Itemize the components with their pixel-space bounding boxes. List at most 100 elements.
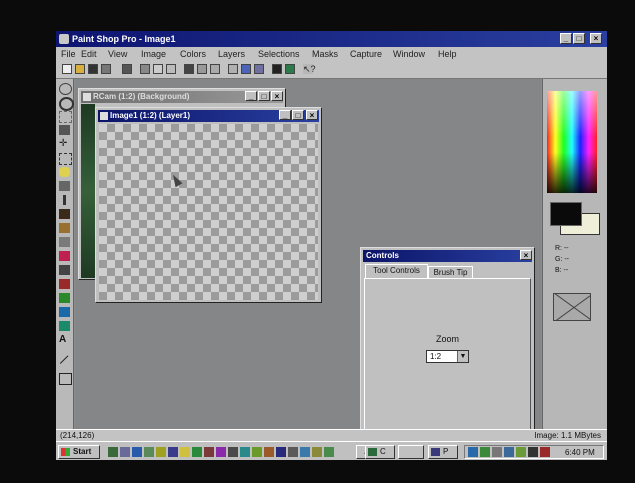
minimize-icon[interactable]: _ (279, 110, 291, 120)
controls-palette[interactable]: Controls × Tool Controls Brush Tip Zoom … (360, 247, 535, 434)
minimize-icon[interactable]: _ (245, 91, 257, 101)
quicklaunch-icon[interactable] (264, 447, 274, 457)
letter-a-icon[interactable]: A (59, 335, 70, 345)
line-tool-icon[interactable] (59, 355, 70, 365)
quicklaunch-icon[interactable] (120, 447, 130, 457)
maximize-icon[interactable]: □ (292, 110, 304, 120)
histogram-icon[interactable] (254, 64, 264, 74)
quicklaunch-icon[interactable] (144, 447, 154, 457)
menu-file[interactable]: File (61, 49, 76, 59)
monitor-icon[interactable] (184, 64, 194, 74)
window-titlebar[interactable]: Image1 (1:2) (Layer1) _ □ × (98, 110, 319, 122)
menu-capture[interactable]: Capture (350, 49, 382, 59)
quicklaunch-icon[interactable] (156, 447, 166, 457)
clone-brush-icon[interactable] (59, 223, 70, 233)
menu-selections[interactable]: Selections (258, 49, 300, 59)
magic-wand-icon[interactable] (59, 181, 70, 191)
cut-icon[interactable] (140, 64, 150, 74)
clock[interactable]: 6:40 PM (565, 448, 595, 457)
quicklaunch-icon[interactable] (204, 447, 214, 457)
print-icon[interactable] (101, 64, 111, 74)
menu-image[interactable]: Image (141, 49, 166, 59)
quicklaunch-icon[interactable] (276, 447, 286, 457)
airbrush-icon[interactable] (59, 293, 70, 303)
new-file-icon[interactable] (62, 64, 72, 74)
taskbar-task-p[interactable]: P (428, 445, 458, 459)
color-replacer-icon[interactable] (59, 237, 70, 247)
eraser-icon[interactable] (59, 265, 70, 275)
picture-tube-icon[interactable] (59, 279, 70, 289)
zoom-icon[interactable] (197, 64, 207, 74)
quicklaunch-icon[interactable] (192, 447, 202, 457)
controls-icon[interactable] (285, 64, 295, 74)
foreground-color-swatch[interactable] (550, 202, 582, 226)
crop-tool-icon[interactable] (59, 125, 70, 135)
quicklaunch-icon[interactable] (300, 447, 310, 457)
close-icon[interactable]: × (306, 110, 318, 120)
open-folder-icon[interactable] (75, 64, 85, 74)
menu-help[interactable]: Help (438, 49, 457, 59)
quicklaunch-icon[interactable] (216, 447, 226, 457)
quicklaunch-icon[interactable] (240, 447, 250, 457)
tab-brush-tip[interactable]: Brush Tip (428, 266, 473, 278)
tray-icon[interactable] (468, 447, 478, 457)
save-icon[interactable] (88, 64, 98, 74)
menu-layers[interactable]: Layers (218, 49, 245, 59)
menu-colors[interactable]: Colors (180, 49, 206, 59)
quicklaunch-icon[interactable] (252, 447, 262, 457)
zoom-tool-icon[interactable] (59, 97, 74, 111)
tray-icon[interactable] (492, 447, 502, 457)
maximize-icon[interactable]: □ (573, 33, 585, 44)
quicklaunch-icon[interactable] (132, 447, 142, 457)
controls-titlebar[interactable]: Controls × (363, 250, 532, 262)
tab-tool-controls[interactable]: Tool Controls (365, 264, 428, 278)
taskbar-button[interactable] (398, 445, 424, 459)
window-titlebar[interactable]: RCam (1:2) (Background) _ □ × (81, 91, 283, 103)
maximize-icon[interactable]: □ (258, 91, 270, 101)
quicklaunch-icon[interactable] (168, 447, 178, 457)
quicklaunch-icon[interactable] (108, 447, 118, 457)
flood-fill-icon[interactable] (59, 307, 70, 317)
tray-icon[interactable] (480, 447, 490, 457)
close-icon[interactable]: × (271, 91, 283, 101)
menu-view[interactable]: View (108, 49, 127, 59)
paste-icon[interactable] (166, 64, 176, 74)
chevron-down-icon[interactable]: ▼ (457, 351, 468, 362)
quicklaunch-icon[interactable] (228, 447, 238, 457)
undo-icon[interactable] (122, 64, 132, 74)
tray-icon[interactable] (516, 447, 526, 457)
style-swatch[interactable] (553, 293, 591, 321)
transparent-canvas[interactable] (99, 124, 318, 300)
layers-icon[interactable] (241, 64, 251, 74)
tray-icon[interactable] (540, 447, 550, 457)
arrow-tool-icon[interactable] (59, 83, 72, 95)
retouch-icon[interactable] (59, 251, 70, 261)
close-icon[interactable]: × (590, 33, 602, 44)
minimize-icon[interactable]: _ (560, 33, 572, 44)
start-button[interactable]: Start (58, 445, 100, 459)
move-tool-icon[interactable]: ✛ (59, 139, 70, 149)
help-pointer-icon[interactable]: ↖? (303, 64, 316, 74)
image-window-front[interactable]: Image1 (1:2) (Layer1) _ □ × (95, 107, 322, 303)
app-icon[interactable] (59, 34, 69, 44)
quicklaunch-icon[interactable] (324, 447, 334, 457)
palette-toggle-icon[interactable] (210, 64, 220, 74)
deformation-tool-icon[interactable] (59, 111, 72, 123)
color-spectrum[interactable] (547, 91, 597, 193)
lasso-tool-icon[interactable] (59, 167, 70, 177)
quicklaunch-icon[interactable] (288, 447, 298, 457)
quicklaunch-icon[interactable] (312, 447, 322, 457)
app-title-bar[interactable]: Paint Shop Pro - Image1 _ □ × (56, 31, 607, 47)
zoom-select[interactable]: 1:2 ▼ (426, 350, 469, 363)
copy-icon[interactable] (153, 64, 163, 74)
tray-icon[interactable] (528, 447, 538, 457)
tool-palette-icon[interactable] (228, 64, 238, 74)
tray-icon[interactable] (504, 447, 514, 457)
overview-icon[interactable] (272, 64, 282, 74)
selection-tool-icon[interactable] (59, 153, 72, 165)
close-icon[interactable]: × (520, 250, 532, 260)
shape-tool-icon[interactable] (59, 373, 72, 385)
quicklaunch-icon[interactable] (180, 447, 190, 457)
text-tool-icon[interactable] (59, 321, 70, 331)
dropper-icon[interactable] (63, 195, 66, 205)
